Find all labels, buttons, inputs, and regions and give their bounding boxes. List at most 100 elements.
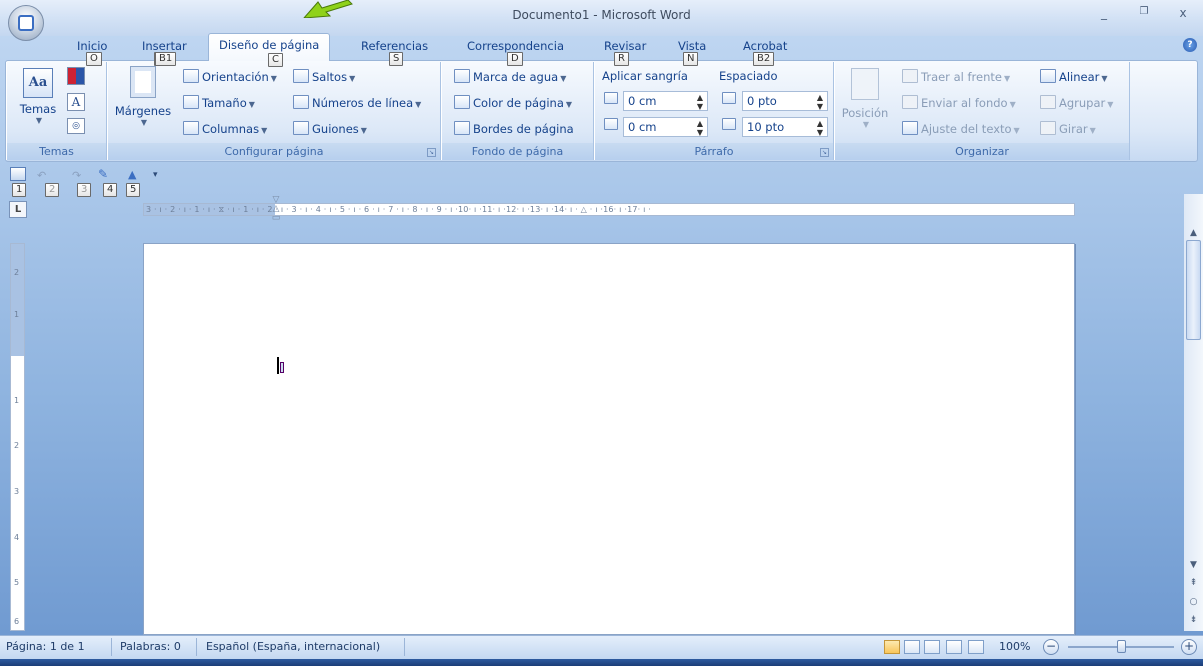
rotate-icon <box>1040 121 1056 135</box>
minimize-button[interactable]: _ <box>1094 6 1114 24</box>
redo-icon[interactable]: ↷ <box>72 169 88 182</box>
bring-front-icon <box>902 69 918 83</box>
chevron-down-icon: ▼ <box>1013 126 1020 135</box>
office-button[interactable]: A <box>8 5 44 41</box>
office-logo-icon <box>18 15 34 31</box>
indent-marker-icon[interactable]: ▽ △ ▭ <box>271 196 281 224</box>
tab-diseno-de-pagina[interactable]: Diseño de página C <box>208 33 331 67</box>
print-layout-icon[interactable] <box>884 640 900 654</box>
divider <box>404 638 405 656</box>
tab-label: Insertar <box>142 39 187 53</box>
bordes-pagina-button[interactable]: Bordes de página <box>454 121 574 136</box>
spinner-arrows-icon[interactable]: ▲ ▼ <box>697 93 703 111</box>
traer-frente-button[interactable]: Traer al frente ▼ <box>902 69 1010 84</box>
dialog-launcher-icon[interactable]: ↘ <box>427 148 436 157</box>
espaciado-despues-input[interactable]: 10 pto ▲ ▼ <box>742 117 828 137</box>
close-button[interactable]: x <box>1173 6 1193 24</box>
theme-effects-icon[interactable]: ◎ <box>67 118 85 134</box>
key-tip: C <box>268 53 283 67</box>
orientacion-button[interactable]: Orientación ▼ <box>183 69 277 84</box>
input-value: 10 pto <box>747 120 785 134</box>
vertical-ruler[interactable]: 2 1 1 2 3 4 5 6 <box>10 243 25 631</box>
save-icon[interactable] <box>10 167 26 181</box>
dialog-launcher-icon[interactable]: ↘ <box>820 148 829 157</box>
button-label: Orientación <box>202 70 269 84</box>
qat-key-tip: 5 <box>126 183 141 197</box>
spinner-arrows-icon[interactable]: ▲ ▼ <box>817 93 823 111</box>
tab-inicio[interactable]: Inicio O <box>73 38 111 66</box>
format-icon[interactable]: ▲ <box>128 168 142 181</box>
edit-icon[interactable]: ✎ <box>98 167 114 181</box>
color-pagina-button[interactable]: Color de página ▼ <box>454 95 572 110</box>
tab-vista[interactable]: Vista N <box>674 38 710 66</box>
scroll-down-icon[interactable]: ▼ <box>1186 558 1201 572</box>
qat-key-tip: 1 <box>12 183 27 197</box>
tab-revisar[interactable]: Revisar R <box>600 38 650 66</box>
agrupar-button[interactable]: Agrupar ▼ <box>1040 95 1113 110</box>
help-button[interactable]: ? <box>1183 38 1197 52</box>
full-screen-reading-icon[interactable] <box>904 640 920 654</box>
theme-fonts-icon[interactable]: A <box>67 93 85 111</box>
document-page[interactable] <box>143 243 1075 635</box>
chevron-down-icon: ▼ <box>1003 74 1011 83</box>
page-count[interactable]: Página: 1 de 1 <box>6 640 85 653</box>
posicion-button[interactable]: Posición ▼ <box>840 68 890 140</box>
draft-view-icon[interactable] <box>968 640 984 654</box>
aplicar-sangria-label: Aplicar sangría <box>602 69 688 83</box>
restore-button[interactable]: ❐ <box>1134 6 1154 24</box>
spinner-arrows-icon[interactable]: ▲ ▼ <box>697 119 703 137</box>
margenes-button[interactable]: Márgenes ▼ <box>113 66 173 140</box>
button-label: Tamaño <box>202 96 247 110</box>
chevron-down-icon: ▼ <box>349 74 356 83</box>
language[interactable]: Español (España, internacional) <box>206 640 380 653</box>
alinear-button[interactable]: Alinear ▼ <box>1040 69 1108 84</box>
chevron-down-icon: ▼ <box>35 116 43 125</box>
previous-page-icon[interactable]: ⇞ <box>1186 576 1201 590</box>
tab-selector-button[interactable]: L <box>9 201 27 218</box>
numeros-linea-button[interactable]: Números de línea ▼ <box>293 95 421 110</box>
tab-acrobat[interactable]: Acrobat B2 <box>739 38 791 66</box>
button-label: Color de página <box>473 96 564 110</box>
temas-button[interactable]: Aa Temas ▼ <box>18 68 58 138</box>
input-value: 0 cm <box>628 120 657 134</box>
tamano-button[interactable]: Tamaño ▼ <box>183 95 255 110</box>
outline-view-icon[interactable] <box>946 640 962 654</box>
spinner-arrows-icon[interactable]: ▲ ▼ <box>817 119 823 137</box>
undo-icon[interactable]: ↶ <box>37 169 53 182</box>
chevron-down-icon: ▼ <box>1101 74 1108 83</box>
enviar-fondo-button[interactable]: Enviar al fondo ▼ <box>902 95 1016 110</box>
key-tip: B1 <box>155 52 177 66</box>
qat-customize-icon[interactable]: ▾ <box>153 170 158 180</box>
zoom-out-button[interactable]: − <box>1043 639 1059 655</box>
columnas-button[interactable]: Columnas ▼ <box>183 121 267 136</box>
tab-referencias[interactable]: Referencias S <box>357 38 432 66</box>
select-browse-object-icon[interactable]: ○ <box>1186 595 1201 609</box>
next-page-icon[interactable]: ⇟ <box>1186 613 1201 627</box>
spacing-after-icon <box>722 118 738 132</box>
spacing-before-icon <box>722 92 738 106</box>
espaciado-antes-input[interactable]: 0 pto ▲ ▼ <box>742 91 828 111</box>
theme-colors-icon[interactable] <box>67 67 85 85</box>
tab-correspondencia[interactable]: Correspondencia D <box>463 38 568 66</box>
sangria-izquierda-input[interactable]: 0 cm ▲ ▼ <box>623 91 708 111</box>
key-tip: N <box>683 52 699 66</box>
guiones-button[interactable]: Guiones ▼ <box>293 121 367 136</box>
horizontal-ruler[interactable]: 3 · ı · 2 · ı · 1 · ı · ⧖ · ı · 1 · ı · … <box>143 203 1075 216</box>
girar-button[interactable]: Girar ▼ <box>1040 121 1096 136</box>
ajuste-texto-button[interactable]: Ajuste del texto ▼ <box>902 121 1020 136</box>
scroll-up-icon[interactable]: ▲ <box>1186 226 1201 240</box>
word-count[interactable]: Palabras: 0 <box>120 640 181 653</box>
posicion-label: Posición <box>841 106 889 120</box>
themes-icon: Aa <box>23 68 53 98</box>
size-icon <box>183 95 199 109</box>
sangria-derecha-input[interactable]: 0 cm ▲ ▼ <box>623 117 708 137</box>
scrollbar-thumb[interactable] <box>1186 240 1201 340</box>
zoom-level[interactable]: 100% <box>999 640 1030 653</box>
marca-agua-button[interactable]: Marca de agua ▼ <box>454 69 566 84</box>
ruler-number: 4 <box>14 533 20 542</box>
zoom-slider-thumb[interactable] <box>1117 640 1126 653</box>
button-label: Girar <box>1059 122 1088 136</box>
saltos-button[interactable]: Saltos ▼ <box>293 69 355 84</box>
web-layout-icon[interactable] <box>924 640 940 654</box>
zoom-in-button[interactable]: + <box>1181 639 1197 655</box>
